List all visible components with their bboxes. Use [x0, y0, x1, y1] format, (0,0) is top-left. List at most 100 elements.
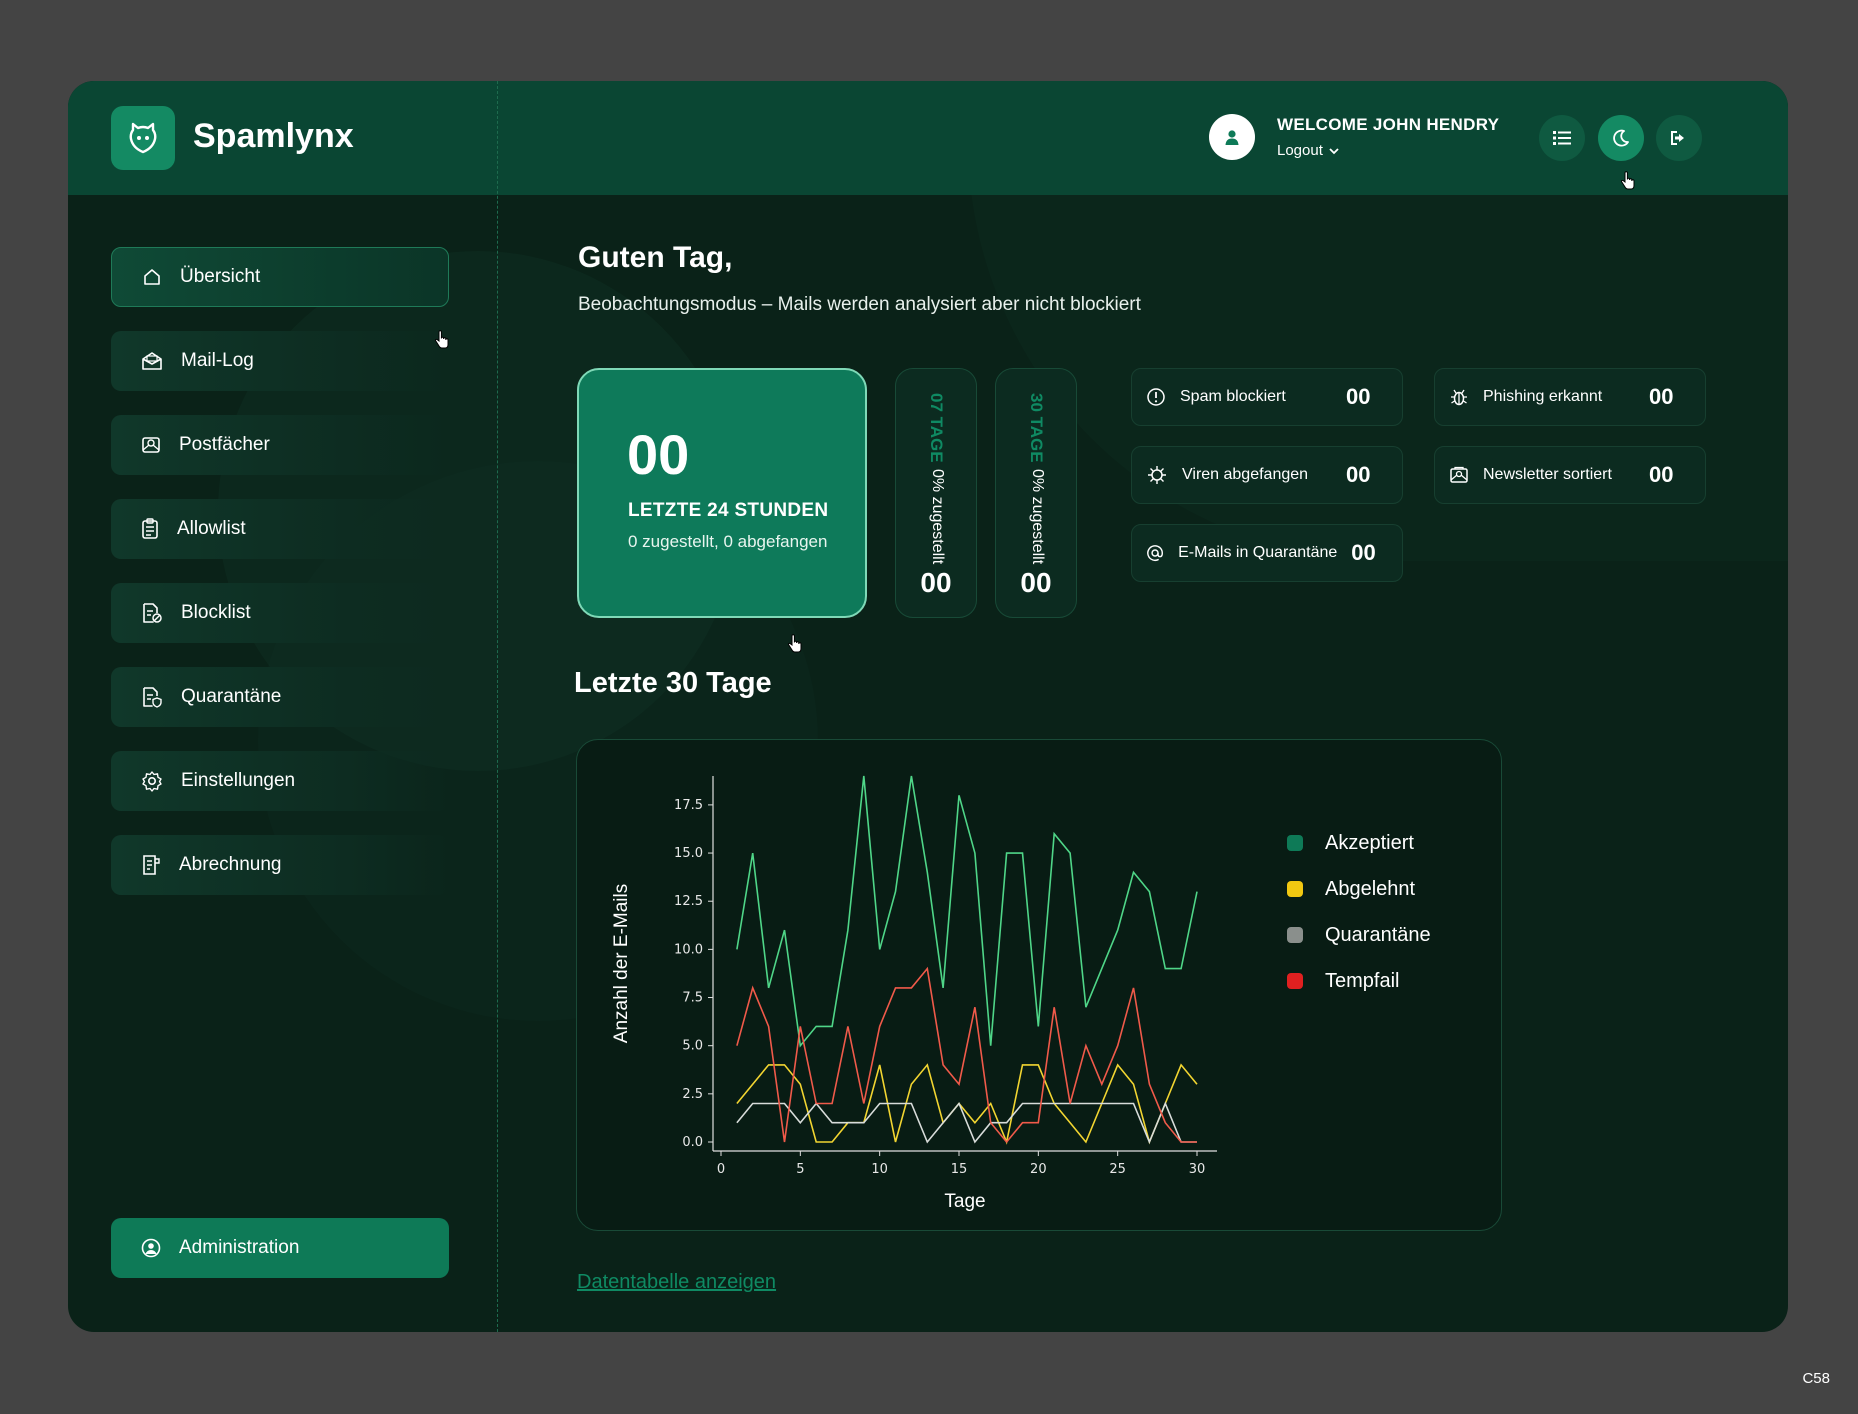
sidebar-item-label: Quarantäne	[181, 686, 282, 707]
legend-label: Abgelehnt	[1325, 877, 1416, 900]
administration-label: Administration	[179, 1237, 300, 1258]
stat-newsletter-sortiert[interactable]: Newsletter sortiert 00	[1434, 446, 1706, 504]
at-icon	[1147, 545, 1164, 562]
exit-button[interactable]	[1656, 115, 1702, 161]
lynx-logo-icon	[129, 122, 157, 154]
user-avatar[interactable]	[1209, 114, 1255, 160]
sidebar-item-label: Allowlist	[177, 518, 246, 539]
summary-value: 00	[627, 423, 690, 486]
x-tick-label: 30	[1189, 1162, 1206, 1177]
legend-item-abgelehnt[interactable]: Abgelehnt	[1287, 866, 1431, 912]
sidebar-item-einstellungen[interactable]: Einstellungen	[111, 751, 449, 811]
list-icon	[1553, 131, 1571, 145]
hand-cursor-icon	[787, 634, 802, 653]
sidebar-divider	[497, 81, 498, 1332]
sidebar-item-abrechnung[interactable]: Abrechnung	[111, 835, 449, 895]
newsletter-icon	[1450, 466, 1468, 483]
top-bar: Spamlynx WELCOME JOHN HENDRY Logout	[68, 81, 1788, 195]
stat-value: 00	[1649, 384, 1674, 409]
user-icon	[1225, 130, 1239, 145]
stat-label: Phishing erkannt	[1483, 388, 1603, 405]
stat-viren-abgefangen[interactable]: Viren abgefangen 00	[1131, 446, 1403, 504]
legend-swatch	[1287, 973, 1303, 989]
mode-subtitle: Beobachtungsmodus – Mails werden analysi…	[578, 294, 1141, 315]
x-tick-label: 0	[717, 1162, 725, 1177]
y-axis-label: Anzahl der E-Mails	[611, 884, 632, 1043]
period-days: 07 TAGE	[927, 393, 946, 463]
sidebar-item-postfaecher[interactable]: Postfächer	[111, 415, 449, 475]
stat-label: E-Mails in Quarantäne	[1178, 544, 1338, 561]
sidebar-item-uebersicht[interactable]: Übersicht	[111, 247, 449, 307]
app-name: Spamlynx	[193, 117, 354, 155]
sidebar-item-label: Postfächer	[179, 434, 270, 455]
stat-value: 00	[1351, 540, 1376, 565]
period-days: 30 TAGE	[1027, 393, 1046, 463]
legend-item-tempfail[interactable]: Tempfail	[1287, 958, 1431, 1004]
sidebar-item-label: Übersicht	[180, 266, 261, 287]
period-text: 30 TAGE 0% zugestellt	[1026, 393, 1046, 564]
section-title: Letzte 30 Tage	[574, 667, 772, 699]
legend-item-quarantaene[interactable]: Quarantäne	[1287, 912, 1431, 958]
app-logo[interactable]	[111, 106, 175, 170]
legend-label: Tempfail	[1325, 969, 1400, 992]
y-tick-label: 7.5	[682, 991, 703, 1006]
mail-open-icon	[142, 352, 162, 370]
legend-swatch	[1287, 927, 1303, 943]
y-tick-label: 12.5	[674, 894, 703, 909]
legend-swatch	[1287, 835, 1303, 851]
quarantine-icon	[143, 687, 162, 708]
stat-e-mails-in-quarantaene[interactable]: E-Mails in Quarantäne 00	[1131, 524, 1403, 582]
x-tick-label: 5	[796, 1162, 804, 1177]
y-tick-label: 2.5	[682, 1087, 703, 1102]
mailbox-icon	[142, 437, 160, 453]
sidebar-item-label: Abrechnung	[179, 854, 282, 875]
stat-label: Viren abgefangen	[1182, 466, 1309, 483]
x-tick-label: 25	[1109, 1162, 1126, 1177]
legend-item-akzeptiert[interactable]: Akzeptiert	[1287, 820, 1431, 866]
logout-label: Logout	[1277, 142, 1323, 159]
virus-icon	[1148, 466, 1166, 484]
welcome-text: WELCOME JOHN HENDRY	[1277, 115, 1500, 134]
y-tick-label: 15.0	[674, 846, 703, 861]
sidebar-item-allowlist[interactable]: Allowlist	[111, 499, 449, 559]
y-tick-label: 5.0	[682, 1039, 703, 1054]
stat-label: Spam blockiert	[1180, 388, 1286, 405]
period-pct: 0% zugestellt	[1029, 468, 1046, 564]
x-tick-label: 10	[871, 1162, 888, 1177]
stat-phishing-erkannt[interactable]: Phishing erkannt 00	[1434, 368, 1706, 426]
sidebar-item-mail-log[interactable]: Mail-Log	[111, 331, 449, 391]
summary-label: LETZTE 24 STUNDEN	[628, 500, 829, 521]
page-title: Guten Tag,	[578, 241, 733, 274]
logout-dropdown[interactable]: Logout	[1277, 142, 1339, 159]
y-tick-label: 10.0	[674, 942, 703, 957]
administration-button[interactable]: Administration	[111, 1218, 449, 1278]
x-tick-label: 20	[1030, 1162, 1047, 1177]
chevron-down-icon	[1329, 147, 1339, 154]
stat-spam-blockiert[interactable]: Spam blockiert 00	[1131, 368, 1403, 426]
app-window: Spamlynx WELCOME JOHN HENDRY Logout Über…	[68, 81, 1788, 1332]
period-card-30-days[interactable]: 30 TAGE 0% zugestellt 00	[995, 368, 1077, 618]
legend-label: Akzeptiert	[1325, 831, 1414, 854]
legend-label: Quarantäne	[1325, 923, 1431, 946]
legend-swatch	[1287, 881, 1303, 897]
show-data-table-link[interactable]: Datentabelle anzeigen	[577, 1271, 776, 1294]
sidebar-item-label: Einstellungen	[181, 770, 296, 791]
stat-value: 00	[1346, 462, 1371, 487]
chart-legend: Akzeptiert Abgelehnt Quarantäne Tempfail	[1287, 820, 1431, 1004]
sidebar-item-quarantaene[interactable]: Quarantäne	[111, 667, 449, 727]
corner-tag: C58	[1802, 1370, 1830, 1387]
summary-sub: 0 zugestellt, 0 abgefangen	[628, 532, 828, 551]
x-tick-label: 15	[951, 1162, 968, 1177]
period-card-7-days[interactable]: 07 TAGE 0% zugestellt 00	[895, 368, 977, 618]
sidebar-item-blocklist[interactable]: Blocklist	[111, 583, 449, 643]
stat-value: 00	[1346, 384, 1371, 409]
hand-cursor-icon	[434, 330, 449, 349]
list-view-button[interactable]	[1539, 115, 1585, 161]
chart-card: 0.0 2.5 5.0 7.5 10.0 12.5 15.0 17.5 0 5 10 15 20 25 30…	[576, 739, 1502, 1231]
sidebar-item-label: Blocklist	[181, 602, 251, 623]
summary-card-24h[interactable]: 00 LETZTE 24 STUNDEN 0 zugestellt, 0 abg…	[577, 368, 867, 618]
period-pct: 0% zugestellt	[929, 468, 946, 564]
billing-icon	[143, 855, 160, 875]
y-tick-label: 0.0	[682, 1135, 703, 1150]
dark-mode-button[interactable]	[1598, 115, 1644, 161]
